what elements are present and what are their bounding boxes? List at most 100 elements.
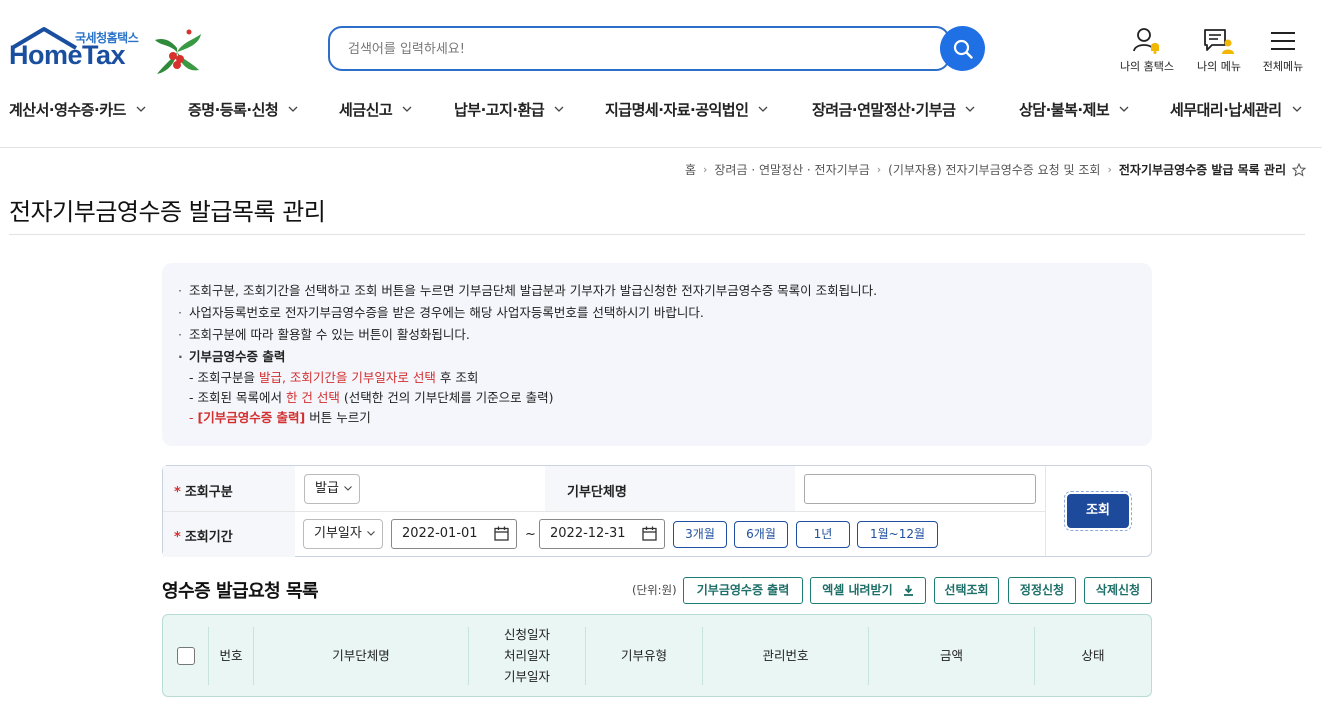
gnb-item-certificate[interactable]: 증명·등록·신청 [188,99,298,120]
my-menu-link[interactable]: 나의 메뉴 [1192,26,1246,74]
chevron-down-icon [402,106,412,112]
info-text: 버튼 누르기 [305,410,371,425]
document-user-icon [1204,29,1234,54]
chevron-down-icon [136,106,146,112]
chevron-down-icon [965,106,975,112]
search-box [328,26,950,71]
date-from-input[interactable]: 2022-01-01 [391,519,517,549]
info-line-heading: 기부금영수증 출력 [178,346,1152,368]
search-button[interactable] [940,26,985,71]
chevron-down-icon [344,486,352,491]
row-divider [163,511,1045,512]
gnb-label: 세무대리·납세관리 [1170,101,1282,119]
info-highlight: 발급, 조회기간을 기부일자로 선택 [258,370,436,385]
info-text: 후 조회 [435,370,479,385]
period-type-select[interactable]: 기부일자 [303,519,383,549]
all-menu-link[interactable]: 전체메뉴 [1258,26,1308,74]
col-dates: 신청일자 처리일자 기부일자 [469,615,585,696]
col-status: 상태 [1081,648,1105,663]
info-line: 사업자등록번호로 전자기부금영수증을 받은 경우에는 해당 사업자등록번호를 선… [178,302,1152,324]
gnb-label: 증명·등록·신청 [188,101,279,119]
org-name-input[interactable] [804,474,1036,504]
download-icon [903,585,913,596]
breadcrumb: 홈 › 장려금 · 연말정산 · 전자기부금 › (기부자용) 전자기부금영수증… [685,161,1306,178]
select-value: 기부일자 [314,526,362,541]
col-amount: 금액 [939,648,963,663]
org-name-label: 기부단체명 [567,485,627,500]
col-donation-type: 기부유형 [620,648,667,663]
info-text: (선택한 건의 기부단체를 기준으로 출력) [339,390,554,405]
period-1-year-button[interactable]: 1년 [796,521,850,548]
main-navigation: 계산서·영수증·카드 증명·등록·신청 세금신고 납부·고지·환급 지급명세·자… [0,90,1322,130]
gnb-item-incentive[interactable]: 장려금·연말정산·기부금 [812,99,975,120]
gnb-item-tax-return[interactable]: 세금신고 [339,99,412,120]
info-line: 조회구분, 조회기간을 선택하고 조회 버튼을 누르면 기부금단체 발급분과 기… [178,280,1152,302]
holly-decoration-icon [155,29,201,74]
unit-label: (단위:원) [632,583,677,597]
page-title: 전자기부금영수증 발급목록 관리 [9,198,326,226]
search-icon [953,39,973,59]
col-donation-date: 기부일자 [503,669,550,684]
gnb-item-agent[interactable]: 세무대리·납세관리 [1170,99,1302,120]
receipt-table-header: 번호 기부단체명 신청일자 처리일자 기부일자 기부유형 관리번호 금액 상태 [162,614,1152,697]
calendar-icon[interactable] [494,526,509,541]
date-to-input[interactable]: 2022-12-31 [539,519,665,549]
title-divider [9,234,1305,235]
period-3-months-button[interactable]: 3개월 [673,521,727,548]
my-hometax-link[interactable]: 나의 홈택스 [1114,26,1180,74]
breadcrumb-separator-icon: › [702,163,708,176]
required-icon: * [174,485,181,500]
header: 국세청홈택스 HomeTax 나의 [0,0,1322,90]
correction-request-button[interactable]: 정정신청 [1008,577,1076,604]
breadcrumb-incentive[interactable]: 장려금 · 연말정산 · 전자기부금 [714,161,869,178]
date-range-tilde: ~ [525,527,536,542]
gnb-label: 납부·고지·환급 [454,101,545,119]
period-6-months-button[interactable]: 6개월 [734,521,788,548]
my-menu-label: 나의 메뉴 [1197,60,1241,73]
chevron-down-icon [554,106,564,112]
select-value: 발급 [315,481,339,496]
breadcrumb-home[interactable]: 홈 [685,161,696,178]
date-value: 2022-12-31 [550,526,626,541]
label-text: 조회구분 [184,485,233,500]
info-sub-line: - 조회된 목록에서 한 건 선택 (선택한 건의 기부단체를 기준으로 출력) [178,388,1152,408]
search-submit-button[interactable]: 조회 [1064,491,1132,531]
chevron-down-icon [288,106,298,112]
delete-request-button[interactable]: 삭제신청 [1084,577,1152,604]
required-icon: * [174,530,181,545]
date-value: 2022-01-01 [402,526,478,541]
gnb-item-invoice[interactable]: 계산서·영수증·카드 [9,99,146,120]
breadcrumb-separator-icon: › [876,163,882,176]
list-title: 영수증 발급요청 목록 [162,581,319,602]
column-divider [1045,466,1046,556]
info-highlight: [기부금영수증 출력] [197,410,306,425]
search-input[interactable] [348,38,908,60]
gnb-item-payment[interactable]: 납부·고지·환급 [454,99,564,120]
hometax-logo[interactable]: 국세청홈택스 HomeTax [9,26,201,80]
chevron-down-icon [367,531,375,536]
info-highlight: 한 건 선택 [285,390,340,405]
breadcrumb-donation-request[interactable]: (기부자용) 전자기부금영수증 요청 및 조회 [888,161,1100,178]
gnb-label: 장려금·연말정산·기부금 [812,101,956,119]
gnb-label: 세금신고 [339,101,393,119]
info-line: 조회구분에 따라 활용할 수 있는 버튼이 활성화됩니다. [178,324,1152,346]
gnb-item-consult[interactable]: 상담·불복·제보 [1019,99,1129,120]
gnb-label: 상담·불복·제보 [1019,101,1110,119]
period-label: * 조회기간 [174,526,233,545]
gnb-divider [0,147,1322,148]
select-all-checkbox[interactable] [176,646,195,665]
chevron-down-icon [1119,106,1129,112]
calendar-icon[interactable] [642,526,657,541]
gnb-label: 지급명세·자료·공익법인 [605,101,749,119]
print-receipt-button[interactable]: 기부금영수증 출력 [683,577,803,604]
info-sub-line: - 조회구분을 발급, 조회기간을 기부일자로 선택 후 조회 [178,368,1152,388]
favorite-star-icon[interactable] [1292,162,1306,177]
query-type-select[interactable]: 발급 [304,474,360,504]
gnb-item-statement[interactable]: 지급명세·자료·공익법인 [605,99,768,120]
col-org-name: 기부단체명 [332,648,390,663]
col-number: 번호 [219,648,243,663]
user-bell-icon [1133,28,1159,54]
period-jan-dec-button[interactable]: 1월~12월 [857,521,938,548]
excel-download-button[interactable]: 엑셀 내려받기 [810,577,926,604]
select-query-button[interactable]: 선택조회 [934,577,999,604]
